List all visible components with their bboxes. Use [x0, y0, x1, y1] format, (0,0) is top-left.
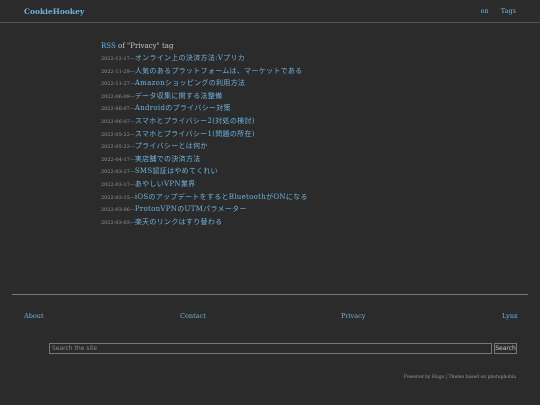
- post-list-item: 2022-03-03—楽天のリンクはすり替わる: [101, 216, 431, 229]
- post-list-item: 2022-11-29—人気のあるプラットフォームは、マーケットである: [101, 65, 431, 78]
- post-date: 2022-03-27: [101, 169, 130, 176]
- post-list-item: 2022-06-07—Androidのプライバシー対策: [101, 102, 431, 115]
- post-date: 2022-05-22: [101, 131, 130, 138]
- post-date: 2022-12-17: [101, 56, 130, 62]
- site-brand-link[interactable]: CookieHookey: [24, 7, 84, 16]
- post-list-item: 2022-03-27—SMS認証はやめてくれい: [101, 165, 431, 178]
- post-title-link[interactable]: SMS認証はやめてくれい: [135, 167, 218, 175]
- top-navbar: CookieHookey en Tags: [0, 0, 540, 22]
- search-input[interactable]: [49, 343, 492, 354]
- post-date: 2022-04-17: [101, 156, 130, 163]
- tag-heading: RSS of "Privacy" tag: [101, 42, 431, 50]
- post-date: 2022-11-29: [101, 68, 130, 75]
- footer-link-privacy[interactable]: Privacy: [341, 312, 365, 320]
- post-title-link[interactable]: 実店舗での決済方法: [135, 155, 201, 163]
- post-title-link[interactable]: Androidのプライバシー対策: [135, 104, 231, 112]
- post-title-link[interactable]: あやしいVPN業界: [135, 180, 196, 188]
- tag-post-list: RSS of "Privacy" tag 2022-12-17—オンライン上の決…: [101, 42, 431, 228]
- post-list-item: 2022-04-17—実店舗での決済方法: [101, 153, 431, 166]
- post-title-link[interactable]: プライバシーとは何か: [135, 142, 208, 150]
- post-date: 2022-03-15: [101, 194, 130, 201]
- post-title-link[interactable]: データ収集に関する法整備: [135, 92, 223, 100]
- post-title-link[interactable]: 人気のあるプラットフォームは、マーケットである: [135, 67, 303, 75]
- search-button[interactable]: Search: [494, 343, 517, 354]
- post-list-item: 2022-12-17—オンライン上の決済方法:Vプリカ: [101, 52, 431, 65]
- post-list-item: 2022-03-06—ProtonVPNのUTMパラメーター: [101, 203, 431, 216]
- top-nav: en Tags: [471, 7, 516, 15]
- header-divider: [0, 22, 540, 23]
- post-title-link[interactable]: スマホとプライバシー1(問題の所在): [135, 130, 255, 138]
- footer-nav: About Contact Privacy Lynx: [24, 312, 518, 322]
- post-list-item: 2022-05-22—プライバシーとは何か: [101, 140, 431, 153]
- post-date: 2022-03-03: [101, 219, 130, 226]
- post-date: 2022-06-09: [101, 93, 130, 100]
- post-list-item: 2022-06-07—スマホとプライバシー2(対処の検討): [101, 115, 431, 128]
- post-date: 2022-06-07: [101, 118, 130, 125]
- post-list-item: 2022-05-22—スマホとプライバシー1(問題の所在): [101, 128, 431, 141]
- footer-credit: Powered by Hugo | Theme based on photoph…: [403, 375, 516, 380]
- post-title-link[interactable]: Amazonショッピングの利用方法: [135, 79, 245, 87]
- post-list: 2022-12-17—オンライン上の決済方法:Vプリカ 2022-11-29—人気…: [101, 52, 431, 228]
- rss-link[interactable]: RSS: [101, 42, 116, 50]
- post-date: 2022-03-17: [101, 181, 130, 188]
- footer-link-lynx[interactable]: Lynx: [502, 312, 518, 320]
- post-date: 2022-06-07: [101, 106, 130, 113]
- post-list-item: 2022-06-09—データ収集に関する法整備: [101, 90, 431, 103]
- post-date: 2022-05-22: [101, 144, 130, 151]
- post-title-link[interactable]: オンライン上の決済方法:Vプリカ: [135, 54, 245, 62]
- tag-heading-of: of: [115, 42, 128, 50]
- footer-divider: [12, 294, 528, 295]
- post-list-item: 2022-03-15—iOSのアップデートをするとBluetoothがONになる: [101, 191, 431, 204]
- post-list-item: 2022-03-17—あやしいVPN業界: [101, 178, 431, 191]
- post-date: 2022-03-06: [101, 207, 130, 214]
- footer-link-contact[interactable]: Contact: [180, 312, 206, 320]
- post-list-item: 2022-11-27—Amazonショッピングの利用方法: [101, 77, 431, 90]
- post-title-link[interactable]: スマホとプライバシー2(対処の検討): [135, 117, 255, 125]
- language-link[interactable]: en: [481, 7, 489, 15]
- tag-name: "Privacy" tag: [127, 42, 174, 50]
- post-title-link[interactable]: ProtonVPNのUTMパラメーター: [135, 205, 247, 213]
- tags-link[interactable]: Tags: [501, 7, 516, 15]
- post-title-link[interactable]: 楽天のリンクはすり替わる: [135, 218, 223, 226]
- footer-link-about[interactable]: About: [24, 312, 44, 320]
- post-title-link[interactable]: iOSのアップデートをするとBluetoothがONになる: [135, 193, 308, 201]
- post-date: 2022-11-27: [101, 81, 130, 88]
